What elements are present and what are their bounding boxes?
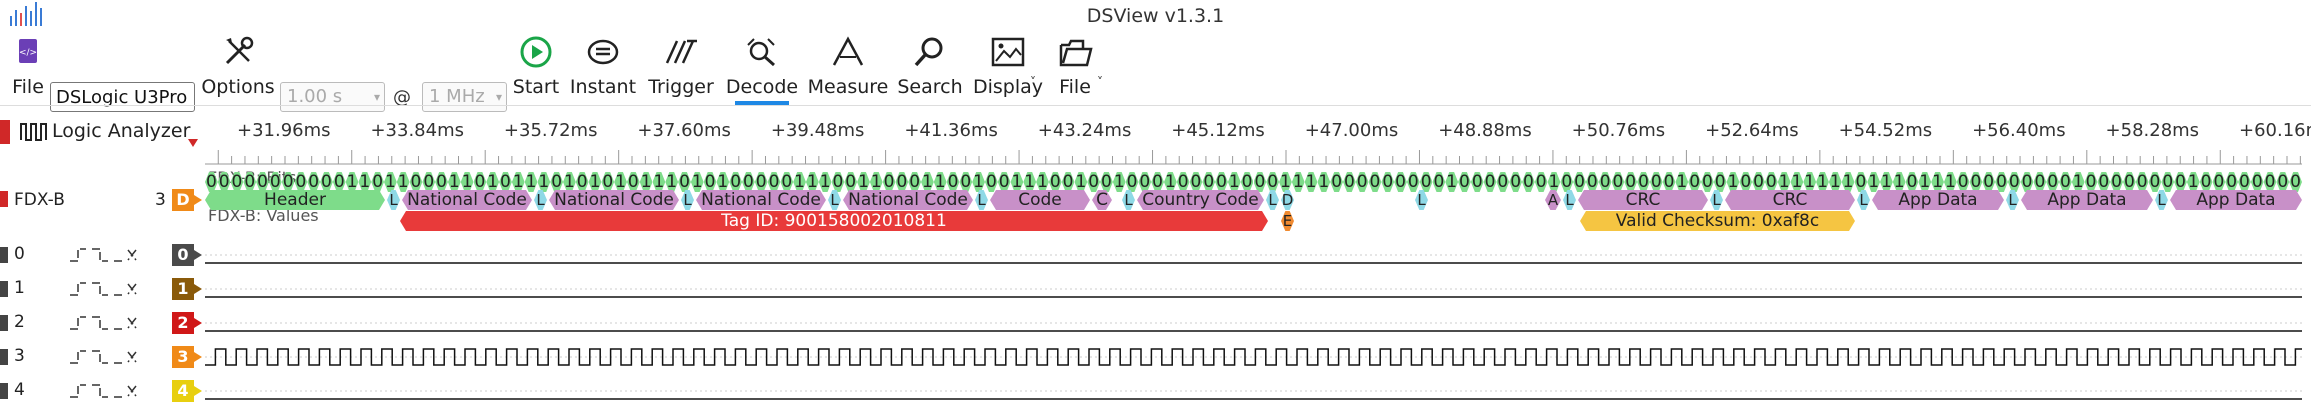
trigger-mode-icon[interactable] — [70, 350, 137, 364]
tools-icon — [225, 36, 254, 65]
field-annotation[interactable]: App Data — [2021, 190, 2153, 210]
field-annotation[interactable]: CRC — [1578, 190, 1708, 210]
channel-tag[interactable]: 4 — [172, 380, 194, 402]
value-annotation[interactable]: Valid Checksum: 0xaf8c — [1580, 211, 1855, 231]
instant-button[interactable]: Instant — [570, 30, 636, 105]
decode-icon — [747, 38, 775, 67]
file-open-button[interactable]: File ˅ — [1055, 30, 1103, 105]
measure-icon — [832, 36, 864, 66]
duration-value: 1.00 s — [287, 86, 343, 107]
trace-area[interactable]: FDX-B 3 D FDX-B: Bits FDX-B: Values 0000… — [0, 165, 2311, 407]
measure-label: Measure — [807, 76, 889, 98]
channel-3-waveform — [205, 348, 2302, 366]
decoder-channel: 3 — [155, 190, 166, 210]
chevron-down-icon: ˅ — [1097, 75, 1103, 89]
channel-marker-icon — [0, 247, 8, 263]
channel-label: 1 — [14, 278, 25, 298]
channel-pin-icon — [194, 284, 202, 294]
channel-pin-icon — [194, 352, 202, 362]
decoder-name: FDX-B — [14, 190, 65, 210]
search-button[interactable]: Search — [897, 30, 963, 105]
channel-tag[interactable]: 0 — [172, 244, 194, 266]
channel-label: 2 — [14, 312, 25, 332]
trigger-label: Trigger — [648, 76, 714, 98]
decode-label: Decode — [725, 76, 799, 98]
channel-pin-icon — [194, 386, 202, 396]
channel-label: 3 — [14, 346, 25, 366]
field-annotation[interactable]: App Data — [1872, 190, 2004, 210]
channel-tag[interactable]: 1 — [172, 278, 194, 300]
field-annotation[interactable]: CRC — [1725, 190, 1855, 210]
title-bar: DSView v1.3.1 — [0, 0, 2311, 30]
channel-marker-icon — [0, 383, 8, 399]
measure-button[interactable]: Measure — [808, 30, 888, 105]
display-icon — [991, 37, 1025, 67]
value-annotation[interactable]: Tag ID: 900158002010811 — [400, 211, 1268, 231]
trigger-mode-icon[interactable] — [70, 384, 137, 398]
start-button[interactable]: Start — [513, 30, 559, 105]
field-annotation[interactable]: Code — [990, 190, 1090, 210]
decode-button[interactable]: Decode — [726, 30, 798, 105]
field-annotation[interactable]: App Data — [2170, 190, 2302, 210]
search-label: Search — [897, 76, 963, 98]
field-annotation[interactable]: National Code — [696, 190, 826, 210]
channel-marker-icon — [0, 281, 8, 297]
field-annotation[interactable]: National Code — [843, 190, 973, 210]
options-label: Options — [201, 76, 275, 98]
toolbar: </> File DSLogic U3Pro Options 1.00 s ▾ … — [0, 30, 2311, 112]
channel-pin-icon — [194, 318, 202, 328]
svg-text:</>: </> — [19, 48, 37, 58]
instant-label: Instant — [569, 76, 637, 98]
field-annotation[interactable]: National Code — [402, 190, 532, 210]
trigger-mode-icon[interactable] — [70, 248, 137, 262]
channel-tag[interactable]: 3 — [172, 346, 194, 368]
file-menu-button[interactable]: </> File — [10, 30, 46, 105]
decoder-marker-icon — [0, 191, 8, 207]
file-icon: </> — [19, 39, 37, 63]
channel-marker-icon — [0, 315, 8, 331]
trigger-icon — [665, 39, 697, 64]
trigger-button[interactable]: Trigger — [648, 30, 714, 105]
decoder-pin-icon — [194, 195, 202, 205]
trigger-mode-icon[interactable] — [70, 282, 137, 296]
decoder-tag[interactable]: D — [172, 189, 194, 211]
channel-pin-icon — [194, 250, 202, 260]
window-title: DSView v1.3.1 — [1086, 5, 1225, 27]
time-ruler[interactable]: Logic Analyzer +31.96ms +33.84ms +35.72ms +… — [0, 105, 2311, 166]
field-annotation[interactable]: Country Code — [1137, 190, 1264, 210]
channel-marker-icon — [0, 349, 8, 365]
search-icon — [914, 37, 943, 67]
sample-rate-value: 1 MHz — [429, 86, 485, 107]
trigger-mode-icon[interactable] — [70, 316, 137, 330]
channel-tag[interactable]: 2 — [172, 312, 194, 334]
instant-icon — [587, 39, 619, 65]
options-button[interactable]: Options — [201, 30, 275, 105]
file2-label: File — [1059, 76, 1091, 98]
display-button[interactable]: Display ˅ — [973, 30, 1043, 105]
field-annotation[interactable]: National Code — [549, 190, 679, 210]
channel-label: 0 — [14, 244, 25, 264]
play-icon — [520, 36, 552, 68]
ruler-ticks — [205, 150, 2302, 165]
channel-label: 4 — [14, 380, 25, 400]
folder-open-icon — [1059, 39, 1093, 67]
field-annotation[interactable]: Header — [205, 190, 385, 210]
